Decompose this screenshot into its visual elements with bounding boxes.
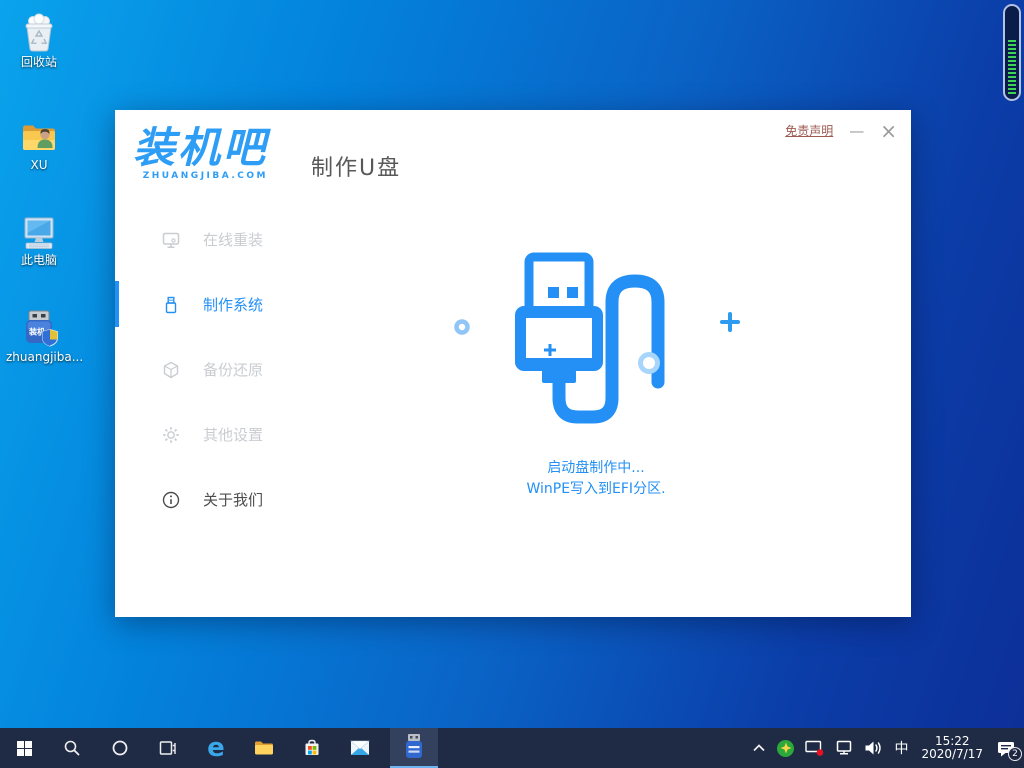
sidebar-item-label: 制作系统 bbox=[203, 294, 263, 315]
store-button[interactable] bbox=[288, 728, 336, 768]
desktop-icon-label: 回收站 bbox=[21, 56, 57, 69]
search-button[interactable] bbox=[48, 728, 96, 768]
store-icon bbox=[302, 738, 322, 758]
chevron-up-icon bbox=[752, 743, 766, 753]
cortana-icon bbox=[111, 739, 129, 757]
start-button[interactable] bbox=[0, 728, 48, 768]
disclaimer-link[interactable]: 免责声明 bbox=[785, 122, 833, 139]
sidebar-item-about-us[interactable]: 关于我们 bbox=[115, 467, 287, 532]
taskbar-clock[interactable]: 15:22 2020/7/17 bbox=[921, 735, 983, 761]
desktop-icon-zhuangjiba[interactable]: 装机 zhuangjiba... bbox=[8, 308, 70, 364]
page-title: 制作U盘 bbox=[311, 150, 401, 182]
desktop-icon-xu-folder[interactable]: XU bbox=[8, 116, 70, 172]
usb-connector bbox=[529, 257, 589, 313]
mail-button[interactable] bbox=[336, 728, 384, 768]
usb-write-indicator bbox=[1003, 4, 1021, 101]
ime-indicator[interactable]: 中 bbox=[894, 738, 908, 758]
task-view-icon bbox=[159, 739, 177, 757]
tray-security-ball-icon[interactable] bbox=[777, 740, 794, 757]
tray-cast-button[interactable] bbox=[805, 740, 824, 756]
usb-write-indicator-level bbox=[1008, 40, 1016, 95]
mail-icon bbox=[350, 740, 370, 756]
ethernet-network-icon bbox=[835, 740, 853, 756]
monitor-icon bbox=[161, 230, 181, 250]
sidebar-item-label: 在线重装 bbox=[203, 229, 263, 250]
taskbar-zhuangjiba-button[interactable] bbox=[390, 728, 438, 768]
zhuangjiba-taskbar-icon bbox=[402, 733, 426, 761]
this-pc-icon bbox=[19, 211, 59, 251]
status-line2: WinPE写入到EFI分区. bbox=[287, 479, 905, 500]
tray-network-button[interactable] bbox=[835, 740, 853, 756]
system-tray: 中 15:22 2020/7/17 2 bbox=[752, 728, 1024, 768]
app-logo: 装机吧 ZHUANGJIBA.COM bbox=[133, 126, 268, 181]
cortana-button[interactable] bbox=[96, 728, 144, 768]
file-explorer-button[interactable] bbox=[240, 728, 288, 768]
desktop-icon-label: 此电脑 bbox=[21, 254, 57, 267]
desktop-icon-label: XU bbox=[30, 159, 47, 172]
search-icon bbox=[63, 739, 81, 757]
sidebar-item-make-system[interactable]: 制作系统 bbox=[115, 272, 287, 337]
status-line1: 启动盘制作中... bbox=[287, 458, 905, 479]
status-text: 启动盘制作中... WinPE写入到EFI分区. bbox=[287, 458, 905, 500]
usb-illustration bbox=[445, 240, 765, 460]
sidebar-item-label: 关于我们 bbox=[203, 489, 263, 510]
recycle-bin-icon bbox=[19, 13, 59, 53]
tray-chevron-button[interactable] bbox=[752, 743, 766, 753]
desktop-icon-this-pc[interactable]: 此电脑 bbox=[8, 211, 70, 267]
zhuangjiba-usb-icon: 装机 bbox=[19, 308, 59, 348]
task-view-button[interactable] bbox=[144, 728, 192, 768]
action-center-button[interactable]: 2 bbox=[996, 740, 1016, 757]
usb-icon bbox=[161, 295, 181, 315]
app-logo-subtitle: ZHUANGJIBA.COM bbox=[133, 171, 268, 181]
screen-cast-icon bbox=[805, 740, 824, 756]
gear-icon bbox=[161, 425, 181, 445]
windows-logo-icon bbox=[17, 741, 32, 756]
user-folder-icon bbox=[19, 116, 59, 156]
app-logo-title: 装机吧 bbox=[133, 126, 268, 170]
zhuangjiba-window: 装机吧 ZHUANGJIBA.COM 制作U盘 免责声明 — × 在线重装 制作… bbox=[115, 110, 911, 617]
edge-button[interactable]: e bbox=[192, 728, 240, 768]
backup-icon bbox=[161, 360, 181, 380]
close-button[interactable]: × bbox=[880, 123, 897, 139]
sidebar-item-backup-restore[interactable]: 备份还原 bbox=[115, 337, 287, 402]
tray-volume-button[interactable] bbox=[864, 740, 883, 756]
sidebar: 在线重装 制作系统 备份还原 其他设置 bbox=[115, 207, 287, 532]
speaker-icon bbox=[864, 740, 883, 756]
clock-date: 2020/7/17 bbox=[921, 748, 983, 761]
sidebar-item-other-settings[interactable]: 其他设置 bbox=[115, 402, 287, 467]
sidebar-item-label: 备份还原 bbox=[203, 359, 263, 380]
plus-icon bbox=[722, 314, 738, 330]
sidebar-item-label: 其他设置 bbox=[203, 424, 263, 445]
gold-star-icon bbox=[779, 741, 793, 755]
taskbar: e bbox=[0, 728, 1024, 768]
notification-dot-icon bbox=[817, 749, 824, 756]
sidebar-item-online-reinstall[interactable]: 在线重装 bbox=[115, 207, 287, 272]
info-icon bbox=[161, 490, 181, 510]
window-controls: 免责声明 — × bbox=[785, 122, 897, 139]
file-explorer-icon bbox=[254, 740, 274, 756]
notification-count-badge: 2 bbox=[1008, 747, 1022, 761]
edge-icon: e bbox=[207, 735, 225, 761]
minimize-button[interactable]: — bbox=[849, 124, 864, 138]
spinner-dot-icon bbox=[457, 322, 468, 333]
desktop-icon-label: zhuangjiba... bbox=[6, 351, 72, 364]
desktop-icon-recycle-bin[interactable]: 回收站 bbox=[8, 13, 70, 69]
cable-ring-icon bbox=[641, 355, 658, 372]
